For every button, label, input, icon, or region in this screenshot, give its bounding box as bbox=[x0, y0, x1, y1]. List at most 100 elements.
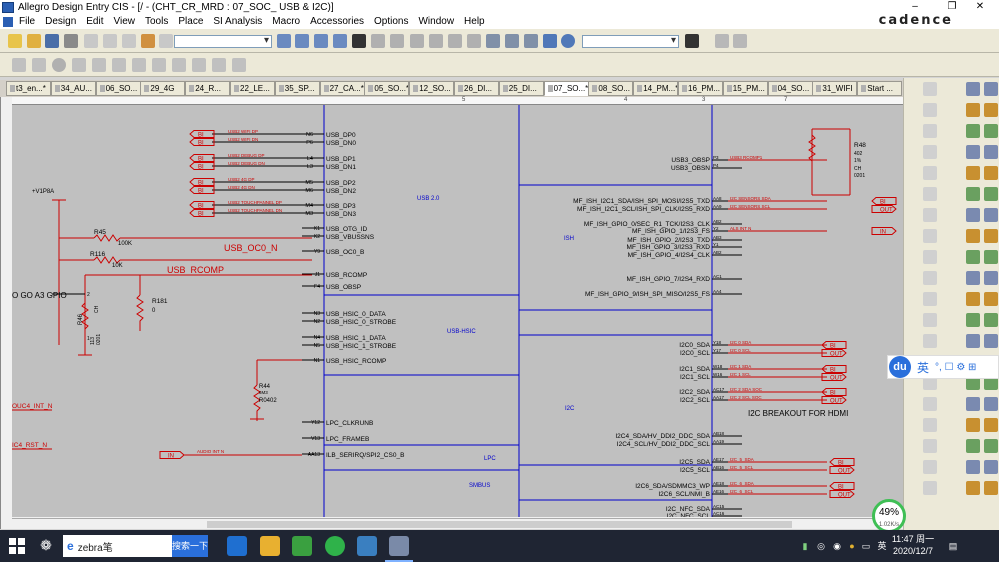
bom-icon[interactable] bbox=[467, 34, 481, 48]
edge-browser-icon[interactable] bbox=[227, 536, 247, 556]
rect-icon[interactable] bbox=[923, 397, 937, 411]
schematic-drawing[interactable]: USB 2.0USB-HSICI2CLPCSMBUSISHN6 USB_DP0US… bbox=[12, 105, 904, 517]
net-alias-icon[interactable] bbox=[966, 187, 980, 201]
snap-grid-icon[interactable] bbox=[486, 34, 500, 48]
hier-block-icon[interactable] bbox=[966, 481, 980, 495]
drc-icon[interactable] bbox=[410, 34, 424, 48]
power-icon[interactable] bbox=[984, 208, 998, 222]
tray-icon[interactable]: ◉ bbox=[832, 541, 842, 551]
zoom-area-icon[interactable] bbox=[314, 34, 328, 48]
menu-si-analysis[interactable]: SI Analysis bbox=[208, 16, 267, 27]
power-icon[interactable] bbox=[923, 208, 937, 222]
area-select-icon[interactable] bbox=[505, 34, 519, 48]
text-icon[interactable] bbox=[984, 334, 998, 348]
netlist-icon[interactable] bbox=[429, 34, 443, 48]
wechat-icon[interactable] bbox=[325, 536, 345, 556]
stop-icon[interactable] bbox=[92, 58, 106, 72]
network-speed-widget[interactable]: 49% 1.02K/s bbox=[872, 499, 906, 533]
arc-icon[interactable] bbox=[923, 439, 937, 453]
page-tab[interactable]: 35_SP... bbox=[274, 81, 320, 96]
menu-edit[interactable]: Edit bbox=[81, 16, 108, 27]
ground-icon[interactable] bbox=[984, 229, 998, 243]
junction-icon[interactable] bbox=[923, 145, 937, 159]
port-icon[interactable] bbox=[923, 271, 937, 285]
page-tab[interactable]: 12_SO... bbox=[409, 81, 455, 96]
page-tab[interactable]: Start ... bbox=[857, 81, 903, 96]
port-icon[interactable] bbox=[966, 271, 980, 285]
system-clock[interactable]: 11:47 周一 2020/12/7 bbox=[888, 533, 938, 557]
find-prev-icon[interactable] bbox=[715, 34, 729, 48]
select-icon[interactable] bbox=[966, 82, 980, 96]
file-explorer-icon[interactable] bbox=[260, 536, 280, 556]
no-connect-icon[interactable] bbox=[923, 292, 937, 306]
menu-options[interactable]: Options bbox=[369, 16, 413, 27]
page-tab[interactable]: 05_SO...* bbox=[364, 81, 410, 96]
hier-block-icon[interactable] bbox=[923, 481, 937, 495]
junction-icon[interactable] bbox=[984, 145, 998, 159]
place-part-icon[interactable] bbox=[923, 460, 937, 474]
hier-block-icon[interactable] bbox=[984, 481, 998, 495]
battery-icon[interactable]: ▮ bbox=[800, 541, 810, 551]
zoom-out-icon[interactable] bbox=[295, 34, 309, 48]
net-alias-icon[interactable] bbox=[923, 187, 937, 201]
page-tab[interactable]: 14_PM...* bbox=[633, 81, 679, 96]
page-tab[interactable]: 34_AU... bbox=[50, 81, 96, 96]
waveform-icon[interactable] bbox=[152, 58, 166, 72]
scrollbar-thumb[interactable] bbox=[207, 521, 792, 528]
back-annotate-icon[interactable] bbox=[390, 34, 404, 48]
horizontal-scrollbar[interactable] bbox=[12, 518, 904, 529]
ground-icon[interactable] bbox=[923, 229, 937, 243]
ime-indicator[interactable]: 英 bbox=[877, 541, 887, 551]
wire-icon[interactable] bbox=[923, 103, 937, 117]
search-text[interactable]: zebra笔 bbox=[78, 539, 113, 554]
search-button[interactable]: 搜索一下 bbox=[172, 535, 208, 557]
document-menu-icon[interactable] bbox=[3, 16, 13, 27]
wire-icon[interactable] bbox=[966, 103, 980, 117]
cut-icon[interactable] bbox=[84, 34, 98, 48]
title-block-icon[interactable] bbox=[984, 313, 998, 327]
junction-icon[interactable] bbox=[966, 145, 980, 159]
arc-icon[interactable] bbox=[984, 439, 998, 453]
zoom-all-icon[interactable] bbox=[333, 34, 347, 48]
menu-accessories[interactable]: Accessories bbox=[305, 16, 369, 27]
page-tab[interactable]: t3_en...* bbox=[6, 81, 51, 96]
network-icon[interactable]: ▭ bbox=[861, 541, 871, 551]
probe-icon[interactable] bbox=[112, 58, 126, 72]
menu-design[interactable]: Design bbox=[40, 16, 81, 27]
wire-icon[interactable] bbox=[984, 103, 998, 117]
power-probe-icon[interactable] bbox=[212, 58, 226, 72]
taskbar-search[interactable]: e zebra笔 搜索一下 bbox=[63, 535, 208, 557]
find-next-icon[interactable] bbox=[733, 34, 747, 48]
annotate-icon[interactable] bbox=[371, 34, 385, 48]
part-combo[interactable] bbox=[174, 35, 272, 48]
menu-place[interactable]: Place bbox=[173, 16, 208, 27]
page-tab[interactable]: 31_WIFI bbox=[812, 81, 858, 96]
marker-icon[interactable] bbox=[132, 58, 146, 72]
page-tab[interactable]: 29_4G bbox=[140, 81, 186, 96]
page-tab[interactable]: 26_DI... bbox=[454, 81, 499, 96]
zoom-in-icon[interactable] bbox=[277, 34, 291, 48]
simulate-icon[interactable] bbox=[12, 58, 26, 72]
page-tab[interactable]: 07_SO...* bbox=[543, 81, 589, 96]
select-icon[interactable] bbox=[984, 82, 998, 96]
page-tab[interactable]: 25_DI... bbox=[498, 81, 544, 96]
arc-icon[interactable] bbox=[966, 439, 980, 453]
menu-help[interactable]: Help bbox=[459, 16, 490, 27]
bus-icon[interactable] bbox=[923, 124, 937, 138]
rect-icon[interactable] bbox=[984, 397, 998, 411]
menu-window[interactable]: Window bbox=[413, 16, 459, 27]
ground-icon[interactable] bbox=[966, 229, 980, 243]
ime-tools-icon[interactable]: °, ☐ ⚙ ⊞ bbox=[935, 362, 976, 373]
run-icon[interactable] bbox=[52, 58, 66, 72]
bus-entry-icon[interactable] bbox=[923, 166, 937, 180]
offpage-icon[interactable] bbox=[984, 250, 998, 264]
visibility-icon[interactable] bbox=[352, 34, 366, 48]
no-connect-icon[interactable] bbox=[966, 292, 980, 306]
offpage-icon[interactable] bbox=[923, 250, 937, 264]
page-tab[interactable]: 08_SO... bbox=[588, 81, 634, 96]
offpage-icon[interactable] bbox=[966, 250, 980, 264]
task-view-icon[interactable]: ❁ bbox=[36, 537, 56, 557]
redo-icon[interactable] bbox=[159, 34, 173, 48]
page-tab[interactable]: 24_R... bbox=[185, 81, 231, 96]
print-icon[interactable] bbox=[64, 34, 78, 48]
